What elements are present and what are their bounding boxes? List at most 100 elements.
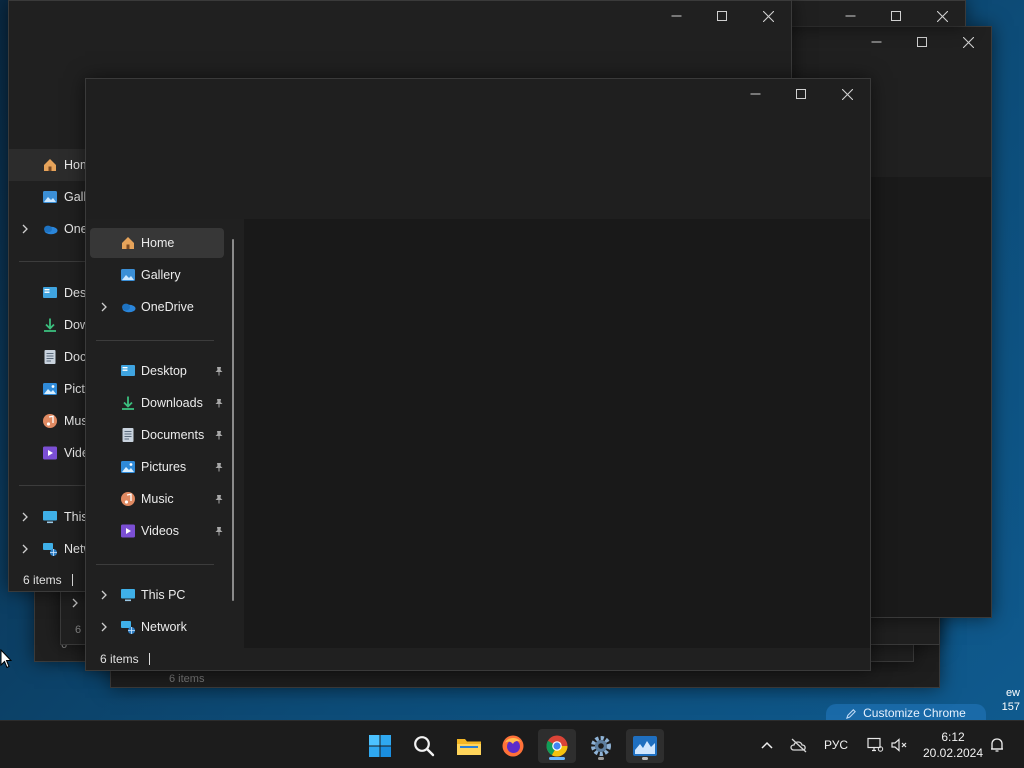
nav-item-network[interactable]: Network	[90, 612, 224, 642]
back-nav-music[interactable]: Music	[9, 406, 87, 436]
chevron-right-icon	[22, 544, 28, 554]
nav-item-gallery[interactable]: Gallery	[90, 260, 224, 290]
nav-item-label: OneDrive	[141, 300, 194, 314]
back-nav-home[interactable]: Home	[9, 150, 87, 180]
nav-item-onedrive[interactable]: OneDrive	[90, 292, 224, 322]
chevron-right-icon[interactable]	[98, 301, 110, 313]
nav-item-label: Home	[141, 236, 175, 250]
notifications-button[interactable]	[986, 735, 1008, 755]
back-nav-this-pc[interactable]: This PC	[9, 502, 87, 532]
maximize-icon	[796, 89, 806, 99]
back-nav-gallery[interactable]: Gallery	[9, 182, 87, 212]
onedrive-offline-icon	[790, 738, 807, 753]
file-list-area[interactable]	[244, 219, 870, 648]
back-nav-documents[interactable]: Documents	[9, 342, 87, 372]
network-tray-button[interactable]	[864, 735, 886, 755]
nav-item-label: Music	[141, 492, 174, 506]
nav-separator	[19, 485, 89, 486]
input-language-indicator[interactable]: РУС	[820, 735, 852, 755]
minimize-icon	[845, 15, 855, 17]
network-icon	[43, 543, 57, 556]
start-icon	[369, 735, 391, 757]
close-button[interactable]	[745, 1, 791, 31]
back-nav-desktop[interactable]: Desktop	[9, 278, 87, 308]
firefox-taskbar-button[interactable]	[494, 729, 532, 763]
minimize-icon	[671, 15, 681, 17]
chrome-icon	[546, 735, 568, 757]
close-icon	[962, 36, 974, 48]
status-bar: 6 items	[23, 573, 73, 587]
chevron-right-icon[interactable]	[98, 589, 110, 601]
minimize-button[interactable]	[853, 27, 899, 57]
back-nav-onedrive[interactable]: OneDrive	[9, 214, 87, 244]
pin-icon	[215, 495, 223, 504]
nav-label: Downloads	[64, 318, 87, 332]
pin-icon	[215, 527, 223, 536]
minimize-button[interactable]	[827, 1, 873, 26]
back-nav-network[interactable]: Network	[9, 534, 87, 564]
minimize-button[interactable]	[732, 79, 778, 109]
language-label: РУС	[823, 738, 849, 752]
minimize-button[interactable]	[653, 1, 699, 31]
back-nav-pictures[interactable]: Pictures	[9, 374, 87, 404]
nav-item-home[interactable]: Home	[90, 228, 224, 258]
nav-item-desktop[interactable]: Desktop	[90, 356, 224, 386]
status-text: 6 items	[169, 673, 205, 685]
desktop-icon	[43, 287, 57, 298]
close-button[interactable]	[945, 27, 991, 57]
file-explorer-window-front[interactable]: Home Gallery OneDrive Desktop Downloads …	[85, 78, 871, 671]
file-explorer-taskbar-button[interactable]	[450, 729, 488, 763]
show-hidden-icons-button[interactable]	[758, 735, 776, 755]
maximize-button[interactable]	[873, 1, 919, 26]
downloads-icon	[44, 318, 56, 332]
chevron-right-icon	[22, 224, 28, 234]
maximize-icon	[917, 37, 927, 47]
desktop-text-bottom: 157	[1001, 701, 1020, 713]
chevron-right-icon[interactable]	[98, 621, 110, 633]
nav-item-downloads[interactable]: Downloads	[90, 388, 224, 418]
pin-icon	[215, 367, 223, 376]
nav-item-documents[interactable]: Documents	[90, 420, 224, 450]
onedrive-tray-button[interactable]	[788, 735, 810, 755]
chrome-taskbar-button[interactable]	[538, 729, 576, 763]
nav-item-pictures[interactable]: Pictures	[90, 452, 224, 482]
nav-separator	[19, 261, 89, 262]
onedrive-icon	[44, 225, 58, 235]
volume-tray-button[interactable]	[888, 735, 910, 755]
navigation-scrollbar[interactable]	[232, 239, 234, 601]
maximize-button[interactable]	[778, 79, 824, 109]
start-button[interactable]	[361, 729, 399, 763]
status-divider	[148, 653, 150, 665]
this-pc-icon	[121, 589, 135, 602]
close-icon	[936, 10, 948, 22]
pin-icon	[215, 463, 223, 472]
running-indicator	[642, 757, 648, 760]
nav-label: Network	[64, 542, 87, 556]
maximize-button[interactable]	[899, 27, 945, 57]
nav-item-label: Desktop	[141, 364, 187, 378]
search-icon	[414, 736, 435, 757]
close-button[interactable]	[919, 1, 965, 26]
caption-buttons	[732, 79, 870, 109]
nav-item-music[interactable]: Music	[90, 484, 224, 514]
back-nav-downloads[interactable]: Downloads	[9, 310, 87, 340]
nav-label: Music	[64, 414, 87, 428]
maximize-button[interactable]	[699, 1, 745, 31]
nav-item-videos[interactable]: Videos	[90, 516, 224, 546]
taskbar-clock[interactable]: 6:12 20.02.2024	[918, 729, 988, 761]
search-button[interactable]	[405, 729, 443, 763]
close-button[interactable]	[824, 79, 870, 109]
nav-label: Desktop	[64, 286, 87, 300]
this-pc-icon	[43, 511, 57, 524]
nav-item-this-pc[interactable]: This PC	[90, 580, 224, 610]
back-nav-videos[interactable]: Videos	[9, 438, 87, 468]
taskbar: РУС 6:12 20.02.2024	[0, 720, 1024, 768]
task-manager-icon	[633, 736, 657, 756]
task-manager-taskbar-button[interactable]	[626, 729, 664, 763]
firefox-icon	[502, 735, 524, 757]
pictures-icon	[43, 383, 57, 395]
close-icon	[762, 10, 774, 22]
chevron-right-icon	[71, 595, 79, 613]
settings-taskbar-button[interactable]	[582, 729, 620, 763]
nav-label: Documents	[64, 350, 87, 364]
